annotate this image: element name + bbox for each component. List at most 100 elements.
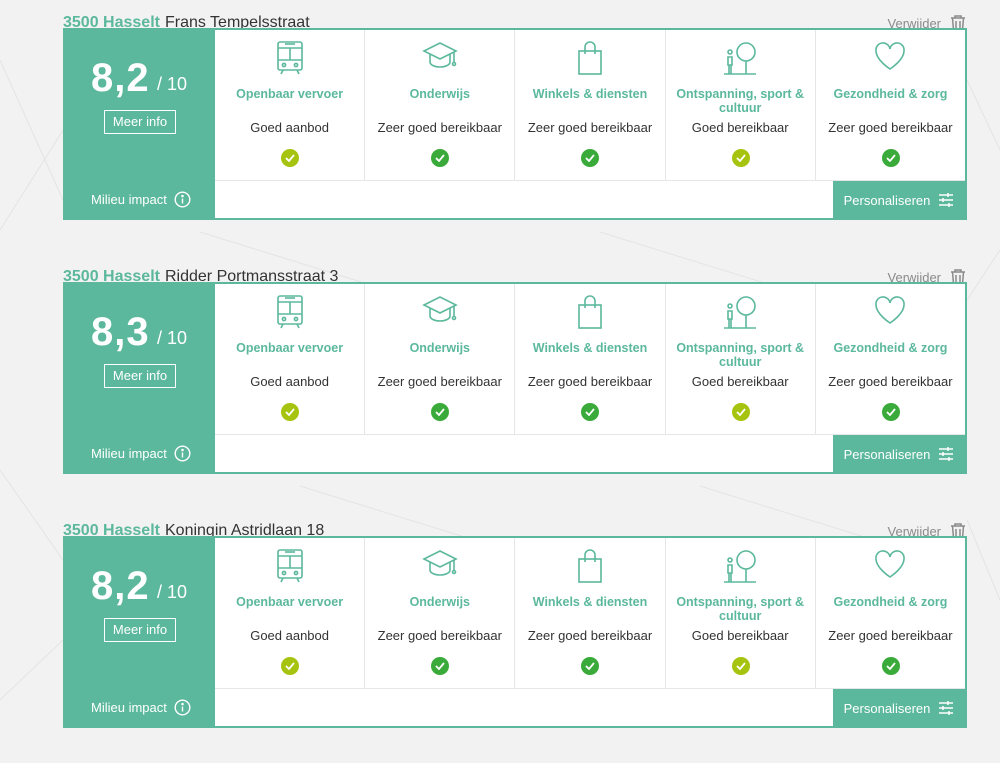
- environment-impact-link[interactable]: Milieu impact: [91, 699, 191, 716]
- category-label: Onderwijs: [409, 87, 471, 101]
- category-label: Ontspanning, sport & cultuur: [676, 87, 805, 115]
- category-label: Ontspanning, sport & cultuur: [676, 341, 805, 369]
- address-entry: 3500 Hasselt Frans Tempelsstraat Verwijd…: [63, 0, 967, 220]
- category-value: Zeer goed bereikbaar: [377, 120, 502, 135]
- check-icon: [881, 403, 900, 421]
- check-icon: [581, 149, 600, 167]
- personalize-button[interactable]: Personaliseren: [833, 435, 965, 473]
- shopping-bag-icon: [578, 41, 602, 75]
- sliders-icon: [939, 193, 954, 207]
- check-icon: [731, 657, 750, 675]
- environment-impact-link[interactable]: Milieu impact: [91, 445, 191, 462]
- category-label: Ontspanning, sport & cultuur: [676, 595, 805, 623]
- category-value: Zeer goed bereikbaar: [828, 628, 953, 643]
- sliders-icon: [939, 447, 954, 461]
- graduation-cap-icon: [422, 42, 458, 68]
- category-label: Openbaar vervoer: [236, 595, 344, 609]
- tree-person-icon: [724, 550, 757, 583]
- address-entry: 3500 Hasselt Koningin Astridlaan 18 Verw…: [63, 508, 967, 728]
- score-max: / 10: [157, 74, 188, 94]
- check-icon: [431, 403, 450, 421]
- category-recreation: Ontspanning, sport & cultuur Goed bereik…: [666, 284, 816, 434]
- category-shops: Winkels & diensten Zeer goed bereikbaar: [515, 30, 666, 180]
- category-health: Gezondheid & zorg Zeer goed bereikbaar: [816, 284, 965, 434]
- score-value: 8,2: [91, 564, 150, 608]
- check-icon: [581, 403, 600, 421]
- shopping-bag-icon: [578, 549, 602, 583]
- personalize-label: Personaliseren: [843, 700, 931, 716]
- check-icon: [581, 657, 600, 675]
- score-card: 8,2 / 10 Meer info Milieu impact Openbaa…: [63, 28, 967, 220]
- category-public-transport: Openbaar vervoer Goed aanbod: [215, 30, 366, 180]
- category-label: Winkels & diensten: [532, 87, 648, 101]
- info-icon: [174, 445, 191, 462]
- category-education: Onderwijs Zeer goed bereikbaar: [365, 538, 516, 688]
- heart-icon: [875, 550, 906, 578]
- category-value: Zeer goed bereikbaar: [527, 374, 653, 389]
- category-public-transport: Openbaar vervoer Goed aanbod: [215, 284, 366, 434]
- category-shops: Winkels & diensten Zeer goed bereikbaar: [515, 284, 666, 434]
- check-icon: [281, 149, 299, 167]
- category-value: Zeer goed bereikbaar: [527, 120, 653, 135]
- graduation-cap-icon: [422, 550, 458, 576]
- score-card: 8,3 / 10 Meer info Milieu impact Openbaa…: [63, 282, 967, 474]
- category-label: Winkels & diensten: [532, 341, 648, 355]
- personalize-label: Personaliseren: [843, 192, 931, 208]
- check-icon: [881, 149, 900, 167]
- category-value: Goed aanbod: [250, 628, 329, 643]
- category-label: Openbaar vervoer: [236, 341, 344, 355]
- tree-person-icon: [724, 42, 757, 75]
- bus-icon: [276, 41, 303, 75]
- score-panel: 8,2 / 10 Meer info Milieu impact: [65, 538, 215, 726]
- category-education: Onderwijs Zeer goed bereikbaar: [365, 284, 516, 434]
- category-label: Gezondheid & zorg: [833, 87, 948, 101]
- category-health: Gezondheid & zorg Zeer goed bereikbaar: [816, 538, 965, 688]
- score-value: 8,2: [91, 56, 150, 100]
- check-icon: [281, 403, 299, 421]
- category-label: Gezondheid & zorg: [833, 341, 948, 355]
- score-max: / 10: [157, 328, 188, 348]
- impact-label: Milieu impact: [91, 446, 167, 461]
- personalize-button[interactable]: Personaliseren: [833, 181, 965, 219]
- score-panel: 8,2 / 10 Meer info Milieu impact: [65, 30, 215, 218]
- category-value: Zeer goed bereikbaar: [377, 374, 502, 389]
- category-value: Goed bereikbaar: [691, 628, 789, 643]
- personalize-button[interactable]: Personaliseren: [833, 689, 965, 727]
- category-value: Goed bereikbaar: [691, 120, 789, 135]
- category-value: Goed aanbod: [250, 374, 329, 389]
- category-value: Goed aanbod: [250, 120, 329, 135]
- check-icon: [881, 657, 900, 675]
- category-label: Onderwijs: [409, 595, 471, 609]
- check-icon: [731, 403, 750, 421]
- impact-label: Milieu impact: [91, 700, 167, 715]
- score-panel: 8,3 / 10 Meer info Milieu impact: [65, 284, 215, 472]
- category-shops: Winkels & diensten Zeer goed bereikbaar: [515, 538, 666, 688]
- personalize-label: Personaliseren: [843, 446, 931, 462]
- sliders-icon: [939, 701, 954, 715]
- tree-person-icon: [724, 296, 757, 329]
- heart-icon: [875, 42, 906, 70]
- category-value: Zeer goed bereikbaar: [377, 628, 502, 643]
- environment-impact-link[interactable]: Milieu impact: [91, 191, 191, 208]
- card-footer: Personaliseren: [215, 180, 965, 219]
- info-icon: [174, 191, 191, 208]
- category-label: Onderwijs: [409, 341, 471, 355]
- more-info-button[interactable]: Meer info: [104, 110, 176, 134]
- impact-label: Milieu impact: [91, 192, 167, 207]
- category-recreation: Ontspanning, sport & cultuur Goed bereik…: [666, 538, 816, 688]
- shopping-bag-icon: [578, 295, 602, 329]
- bus-icon: [276, 549, 303, 583]
- category-value: Zeer goed bereikbaar: [527, 628, 653, 643]
- category-value: Zeer goed bereikbaar: [828, 120, 953, 135]
- more-info-button[interactable]: Meer info: [104, 618, 176, 642]
- address-entry: 3500 Hasselt Ridder Portmansstraat 3 Ver…: [63, 254, 967, 474]
- category-value: Goed bereikbaar: [691, 374, 789, 389]
- bus-icon: [276, 295, 303, 329]
- score-card: 8,2 / 10 Meer info Milieu impact Openbaa…: [63, 536, 967, 728]
- check-icon: [431, 149, 450, 167]
- category-label: Gezondheid & zorg: [833, 595, 948, 609]
- check-icon: [281, 657, 299, 675]
- more-info-button[interactable]: Meer info: [104, 364, 176, 388]
- score-max: / 10: [157, 582, 188, 602]
- category-value: Zeer goed bereikbaar: [828, 374, 953, 389]
